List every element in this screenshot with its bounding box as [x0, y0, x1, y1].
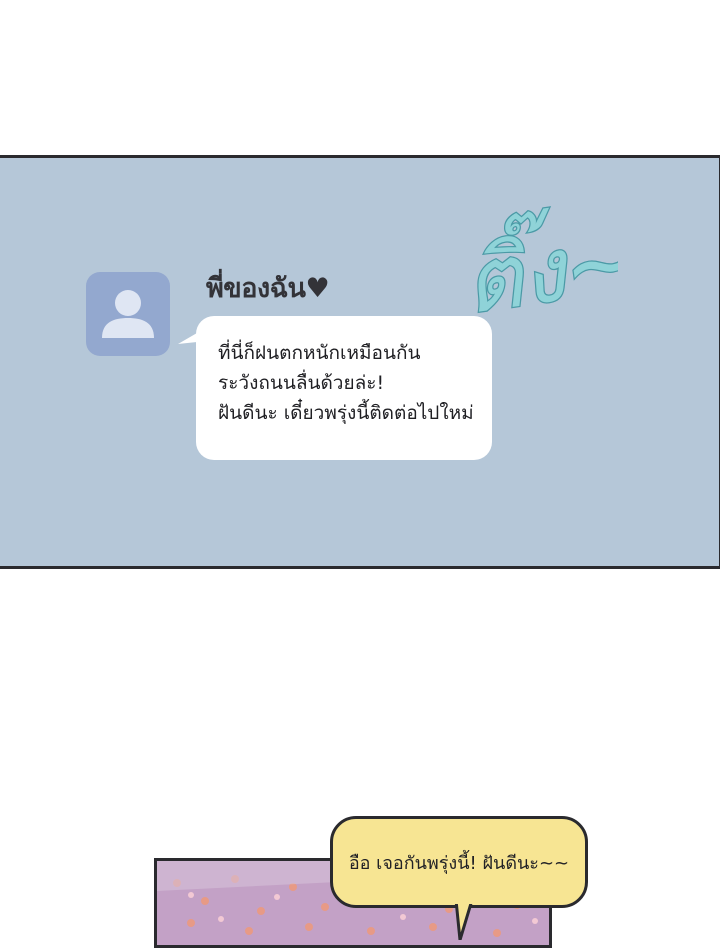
- person-placeholder-icon: [102, 290, 154, 338]
- speech-bubble-tail: [454, 900, 474, 940]
- message-line: ที่นี่ก็ฝนตกหนักเหมือนกัน: [218, 342, 421, 364]
- sound-effect: ติ๊ง~: [462, 196, 618, 335]
- sound-effect-text: ติ๊ง~: [462, 196, 618, 334]
- sender-name: พี่ของฉัน♥: [206, 273, 330, 304]
- message-bubble: ที่นี่ก็ฝนตกหนักเหมือนกัน ระวังถนนลื่นด้…: [196, 316, 492, 460]
- sender-avatar: [86, 272, 170, 356]
- message-line: ฝันดีนะ เดี๋ยวพรุ่งนี้ติดต่อไปใหม่: [218, 402, 474, 424]
- message-line: ระวังถนนลื่นด้วยล่ะ!: [218, 372, 385, 394]
- speech-bubble-text: อือ เจอกันพรุ่งนี้! ฝันดีนะ~~: [348, 852, 570, 874]
- speech-bubble: อือ เจอกันพรุ่งนี้! ฝันดีนะ~~: [330, 816, 588, 908]
